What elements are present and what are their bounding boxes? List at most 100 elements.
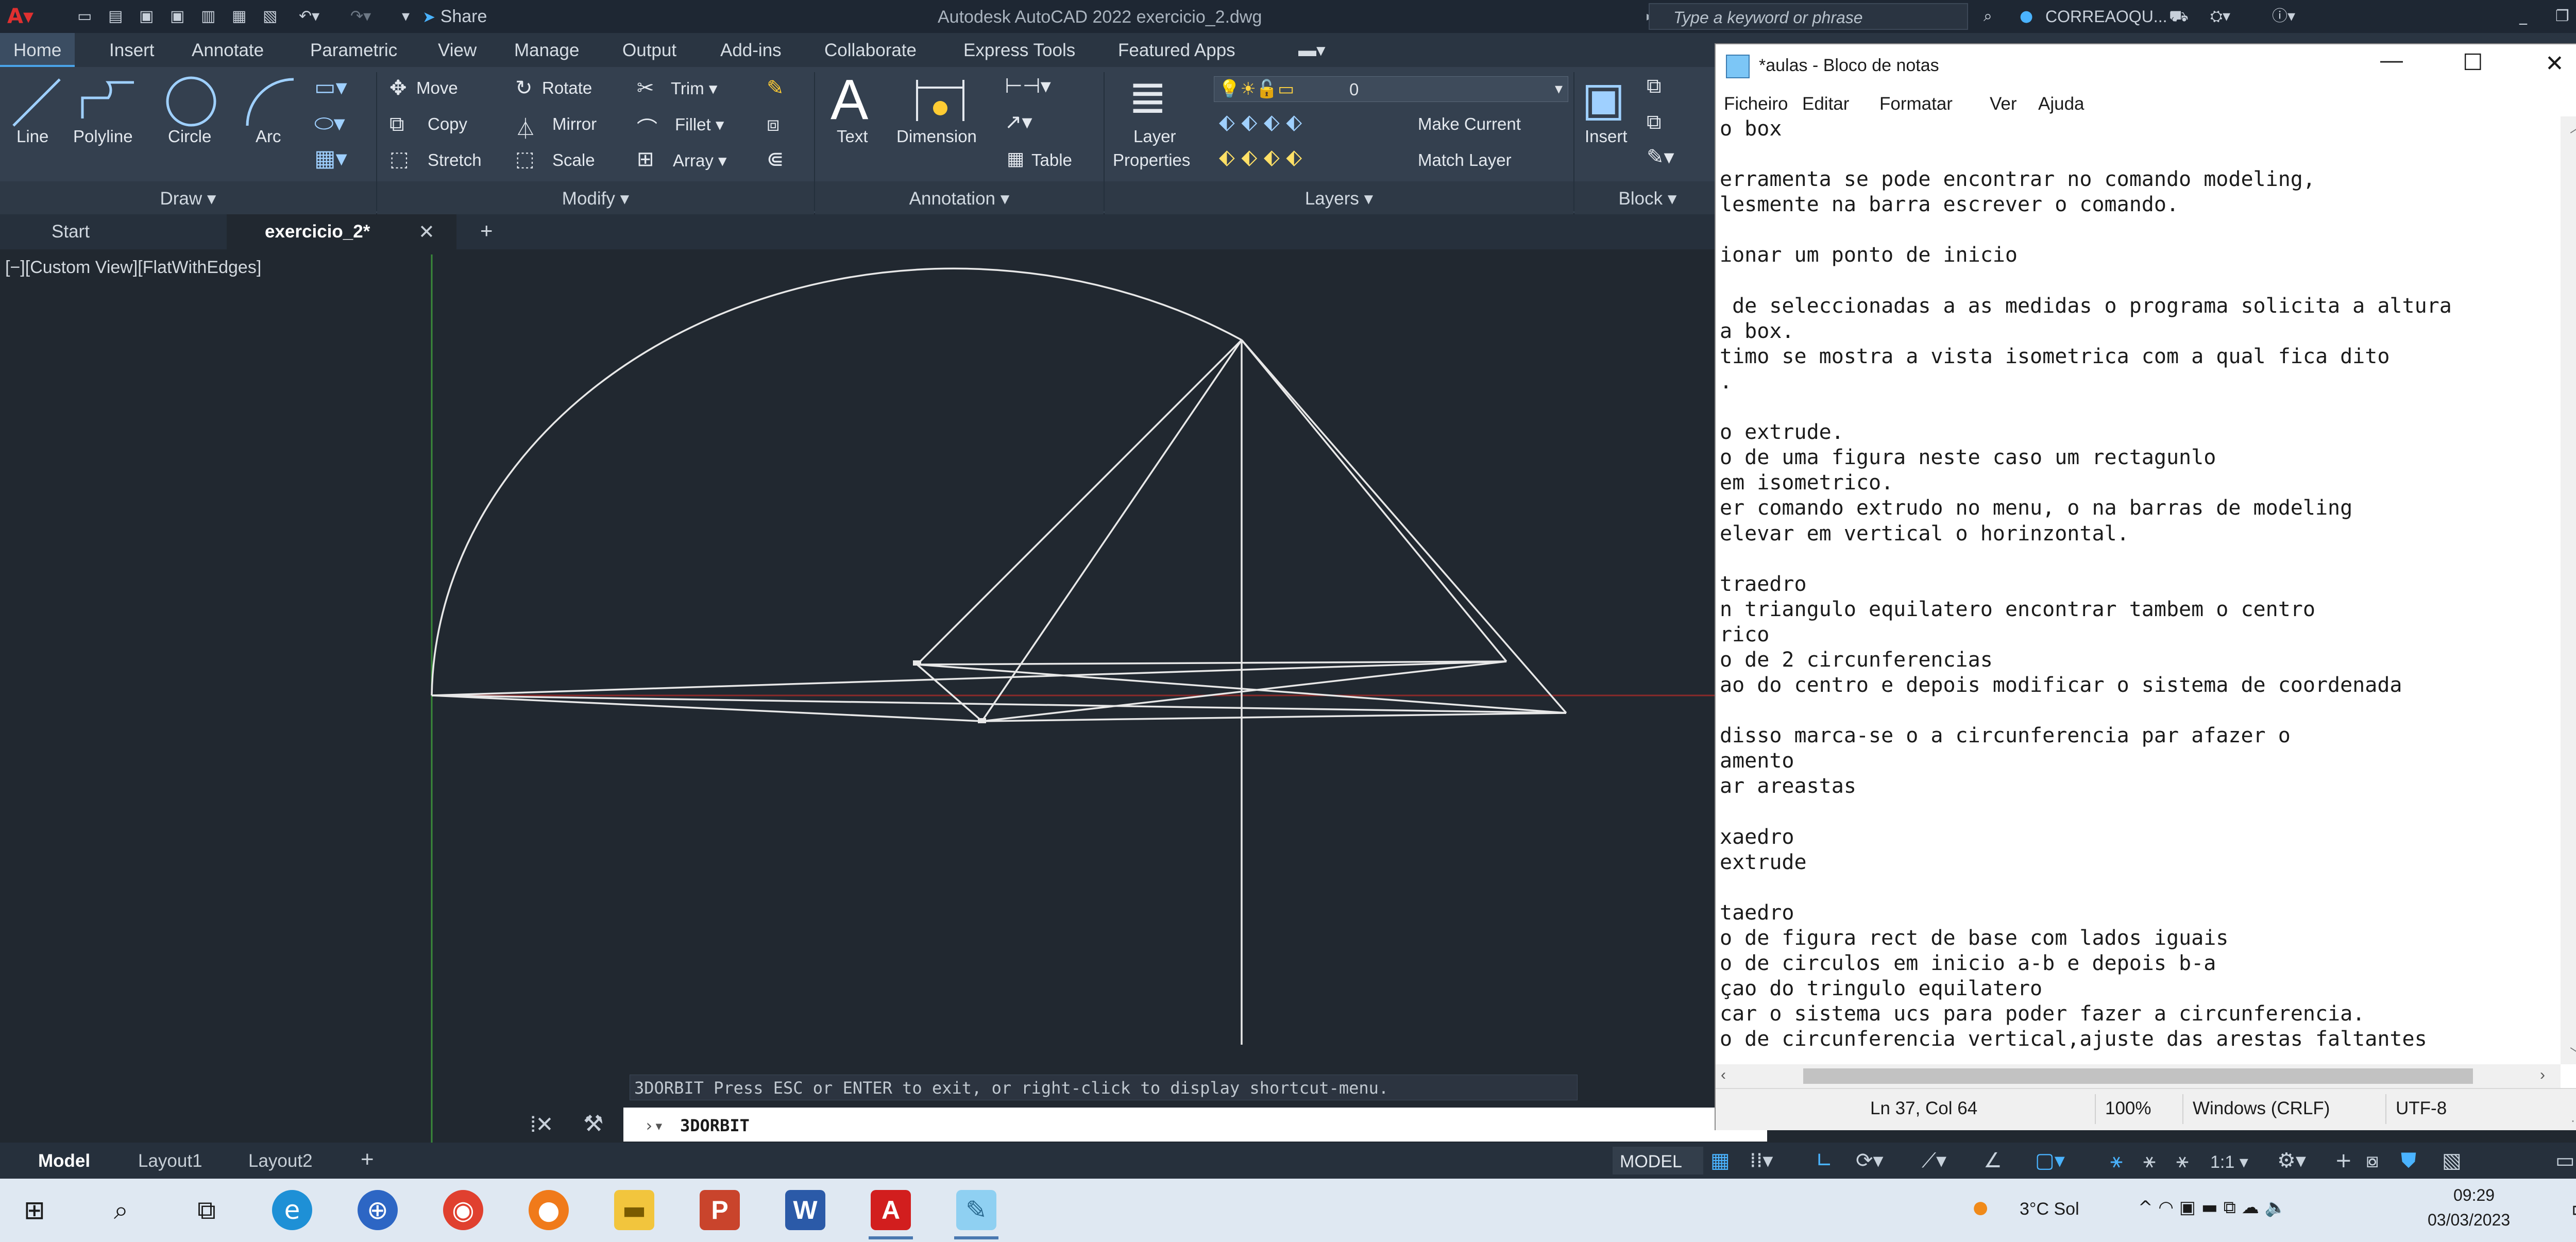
plot-icon[interactable]: ▦ — [232, 6, 246, 27]
auto-scale-icon[interactable]: ⚹ — [2143, 1149, 2156, 1172]
redo-icon[interactable]: ↷▾ — [350, 6, 371, 27]
notepad-taskbar-icon[interactable]: ✎ — [956, 1190, 996, 1230]
scale-dropdown[interactable]: 1:1 ▾ — [2210, 1152, 2248, 1172]
menu-ver[interactable]: Ver — [1990, 94, 2017, 114]
polyline-icon[interactable] — [77, 77, 139, 124]
block-attributes-icon[interactable]: ✎▾ — [1647, 145, 1674, 169]
search-input[interactable]: Type a keyword or phrase — [1649, 3, 1968, 30]
tab-exercicio-2[interactable]: exercicio_2* ✕ — [227, 214, 456, 249]
object-snap-icon[interactable]: ▢▾ — [2035, 1149, 2065, 1172]
clock-time[interactable]: 09:29 — [2453, 1186, 2495, 1205]
trim-button[interactable]: Trim ▾ — [671, 78, 717, 98]
line-icon[interactable] — [8, 74, 65, 131]
grid-icon[interactable]: ▦ — [1710, 1149, 1730, 1172]
windows-start-icon[interactable]: ⊞ — [14, 1190, 55, 1230]
polar-icon[interactable]: ⟳▾ — [1856, 1149, 1884, 1172]
hatch-icon[interactable]: ▦▾ — [314, 145, 347, 172]
menu-formatar[interactable]: Formatar — [1879, 94, 1953, 114]
search-icon[interactable]: ⌕ — [101, 1190, 141, 1230]
ortho-icon[interactable]: ∟ — [1816, 1149, 1833, 1172]
workspace-gear-icon[interactable]: ⚙▾ — [2277, 1149, 2306, 1172]
minimize-icon[interactable]: _ — [2519, 6, 2527, 27]
tab-manage[interactable]: Manage — [514, 40, 579, 61]
restore-icon[interactable]: ❐ — [2555, 6, 2569, 27]
tab-collaborate[interactable]: Collaborate — [824, 40, 917, 61]
object-snap-tracking-icon[interactable]: ∠ — [1984, 1149, 2002, 1172]
search-icon[interactable]: ⌕ — [1984, 6, 1992, 27]
dimension-button[interactable]: Dimension — [896, 127, 977, 146]
linear-dimension-icon[interactable]: ⊢⊣▾ — [1005, 74, 1051, 98]
create-block-icon[interactable]: ⧉ — [1647, 74, 1662, 98]
customize-wrench-icon[interactable]: ⚒ — [583, 1111, 603, 1137]
annotation-scale-icon[interactable]: ⚹ — [2176, 1149, 2189, 1172]
fullscreen-icon[interactable]: ▭ — [2555, 1149, 2575, 1172]
table-button[interactable]: Table — [1031, 150, 1072, 170]
help-icon[interactable]: ⓘ▾ — [2272, 6, 2295, 27]
notepad-text-area[interactable]: o box erramenta se pode encontrar no com… — [1716, 116, 2561, 1064]
autocad-logo-icon[interactable]: A▾ — [7, 6, 33, 27]
tab-annotate[interactable]: Annotate — [192, 40, 264, 61]
tab-layout1[interactable]: Layout1 — [138, 1151, 202, 1171]
match-layer-button[interactable]: Match Layer — [1418, 150, 1512, 170]
undo-icon[interactable]: ↶▾ — [299, 6, 319, 27]
tab-featured-apps[interactable]: Featured Apps — [1118, 40, 1235, 61]
leader-icon[interactable]: ↗▾ — [1005, 110, 1032, 134]
stretch-button[interactable]: Stretch — [428, 150, 482, 170]
polyline-button[interactable]: Polyline — [73, 127, 133, 146]
layer-properties-button[interactable]: Layer — [1133, 127, 1176, 146]
annotation-panel-title[interactable]: Annotation ▾ — [815, 181, 1104, 214]
new-tab-icon[interactable]: + — [480, 218, 493, 243]
offset-icon[interactable]: ⋐ — [767, 147, 784, 171]
autocad-taskbar-icon[interactable]: A — [871, 1190, 911, 1230]
menu-ajuda[interactable]: Ajuda — [2038, 94, 2084, 114]
tab-output[interactable]: Output — [622, 40, 676, 61]
scroll-down-icon[interactable]: ﹀ — [2570, 1044, 2576, 1063]
share-button[interactable]: ➤ Share — [422, 6, 487, 27]
new-file-icon[interactable]: ▭ — [77, 6, 92, 27]
copy-button[interactable]: Copy — [428, 114, 467, 134]
save-icon[interactable]: ▣ — [139, 6, 154, 27]
modify-panel-title[interactable]: Modify ▾ — [377, 181, 814, 214]
rectangle-icon[interactable]: ▭▾ — [314, 74, 347, 100]
system-tray-icons[interactable]: ^ ◠ ▣ ▬ ⧉ ☁ 🔈 — [2138, 1197, 2286, 1218]
account-icon[interactable]: ⛭▾ — [2210, 6, 2230, 27]
scroll-left-icon[interactable]: ‹ — [1721, 1066, 1726, 1084]
new-layout-icon[interactable]: + — [361, 1147, 374, 1172]
layer-tools-2-icon[interactable]: ⬖ ⬖ ⬖ ⬖ — [1219, 145, 1302, 169]
close-tab-icon[interactable]: ✕ — [418, 220, 435, 244]
maximize-icon[interactable]: ☐ — [2463, 49, 2483, 76]
print-icon[interactable]: ▧ — [263, 6, 277, 27]
command-input[interactable]: ›▾ 3DORBIT — [623, 1108, 1767, 1142]
menu-editar[interactable]: Editar — [1802, 94, 1849, 114]
ribbon-options-icon[interactable]: ▬▾ — [1298, 40, 1326, 61]
notepad-title-bar[interactable]: *aulas - Bloco de notas — ☐ ✕ — [1716, 44, 2576, 91]
fillet-button[interactable]: Fillet ▾ — [675, 114, 724, 134]
isodraft-icon[interactable]: ⟋▾ — [1922, 1149, 1946, 1172]
circle-button[interactable]: Circle — [168, 127, 211, 146]
clean-screen-icon[interactable]: ▧ — [2442, 1149, 2462, 1172]
file-explorer-icon[interactable]: ▬ — [614, 1190, 654, 1230]
save-as-icon[interactable]: ▣ — [170, 6, 184, 27]
line-button[interactable]: Line — [16, 127, 48, 146]
viewport-controls[interactable]: [−][Custom View][FlatWithEdges] — [5, 258, 261, 278]
hardware-acceleration-icon[interactable]: ⛊ — [2401, 1149, 2416, 1172]
menu-ficheiro[interactable]: Ficheiro — [1724, 94, 1788, 114]
firefox-icon[interactable]: ● — [529, 1190, 569, 1230]
clock-date[interactable]: 03/03/2023 — [2428, 1211, 2510, 1230]
task-view-icon[interactable]: ⧉ — [187, 1190, 227, 1230]
notification-icon[interactable]: ▭ — [2571, 1194, 2576, 1223]
mirror-button[interactable]: Mirror — [552, 114, 597, 134]
layer-tools-icon[interactable]: ⬖ ⬖ ⬖ ⬖ — [1219, 110, 1302, 134]
open-file-icon[interactable]: ▤ — [108, 6, 123, 27]
snap-icon[interactable]: ⁞⁞▾ — [1750, 1149, 1773, 1172]
tab-express-tools[interactable]: Express Tools — [963, 40, 1075, 61]
notepad-window[interactable]: *aulas - Bloco de notas — ☐ ✕ Ficheiro E… — [1715, 43, 2576, 1130]
rotate-button[interactable]: Rotate — [542, 78, 592, 98]
array-button[interactable]: Array ▾ — [673, 150, 727, 171]
resize-grip-icon[interactable]: ⋰ — [2571, 1110, 2576, 1125]
tab-start[interactable]: Start — [52, 222, 90, 242]
draw-panel-title[interactable]: Draw ▾ — [0, 181, 376, 214]
isolate-icon[interactable]: ⧇ — [2366, 1149, 2379, 1172]
chrome-icon[interactable]: ◉ — [443, 1190, 483, 1230]
annotation-visibility-icon[interactable]: ⚹ — [2110, 1149, 2123, 1172]
